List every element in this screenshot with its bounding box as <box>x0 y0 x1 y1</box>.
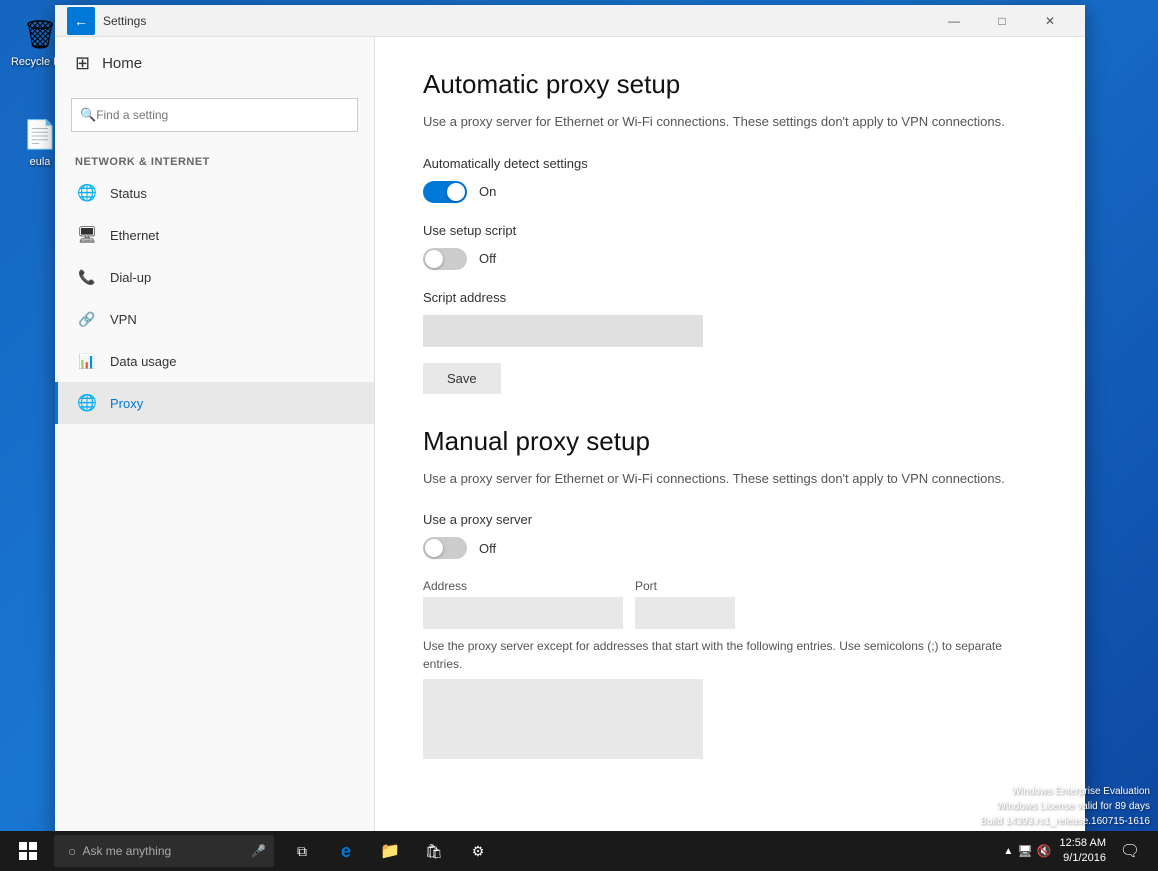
auto-detect-knob <box>447 183 465 201</box>
sidebar: ⊞ Home 🔍 Network & Internet 🌐 Status 🖥 <box>55 37 375 835</box>
sidebar-item-status[interactable]: 🌐 Status <box>55 172 374 214</box>
window-controls: — □ ✕ <box>931 5 1073 37</box>
explorer-icon: 📁 <box>380 841 400 861</box>
clock-time: 12:58 AM <box>1060 836 1106 851</box>
address-group: Address <box>423 579 623 629</box>
sidebar-category: Network & Internet <box>55 148 374 172</box>
volume-icon[interactable]: 🔇 <box>1037 844 1052 858</box>
sidebar-item-dialup-label: Dial-up <box>110 270 151 285</box>
explorer-button[interactable]: 📁 <box>370 831 410 871</box>
desktop: 🗑 Recycle Bin 📄 eula ← Settings — □ ✕ ⊞ … <box>0 0 1158 871</box>
setup-script-toggle-row: Off <box>423 248 1037 270</box>
main-content: Automatic proxy setup Use a proxy server… <box>375 37 1085 835</box>
notification-button[interactable]: 🗨 <box>1114 831 1146 871</box>
manual-proxy-desc: Use a proxy server for Ethernet or Wi-Fi… <box>423 469 1037 489</box>
taskbar: ○ Ask me anything 🎤 ⧉ e 📁 🛍 ⚙ ▲ <box>0 831 1158 871</box>
taskbar-search-box[interactable]: ○ Ask me anything 🎤 <box>54 835 274 867</box>
dialup-icon: 📞 <box>78 268 96 286</box>
setup-script-state: Off <box>479 251 496 266</box>
taskbar-right: ▲ 🖥 🔇 12:58 AM 9/1/2016 🗨 <box>1003 831 1154 871</box>
setup-script-label: Use setup script <box>423 223 1037 238</box>
task-view-icon: ⧉ <box>297 843 307 860</box>
save-button[interactable]: Save <box>423 363 501 394</box>
sidebar-home[interactable]: ⊞ Home <box>55 37 374 90</box>
auto-detect-label: Automatically detect settings <box>423 156 1037 171</box>
close-button[interactable]: ✕ <box>1027 5 1073 37</box>
sidebar-item-ethernet-label: Ethernet <box>110 228 159 243</box>
sidebar-item-proxy[interactable]: 🌐 Proxy <box>55 382 374 424</box>
eula-icon: 📄 <box>20 114 60 154</box>
back-button[interactable]: ← <box>67 7 95 35</box>
ethernet-icon: 🖥 <box>78 226 96 244</box>
search-input[interactable] <box>96 108 349 122</box>
microphone-icon: 🎤 <box>251 844 266 858</box>
use-proxy-toggle[interactable] <box>423 537 467 559</box>
notification-icon: 🗨 <box>1120 841 1140 861</box>
setup-script-toggle[interactable] <box>423 248 467 270</box>
auto-detect-toggle[interactable] <box>423 181 467 203</box>
recycle-bin-icon: 🗑 <box>20 14 60 54</box>
vpn-icon: 🔗 <box>78 310 96 328</box>
status-icon: 🌐 <box>78 184 96 202</box>
script-address-input[interactable] <box>423 315 703 347</box>
auto-detect-toggle-row: On <box>423 181 1037 203</box>
taskbar-search-label: Ask me anything <box>82 844 171 858</box>
minimize-button[interactable]: — <box>931 5 977 37</box>
home-icon: ⊞ <box>75 53 90 74</box>
settings-button[interactable]: ⚙ <box>458 831 498 871</box>
settings-gear-icon: ⚙ <box>472 843 485 860</box>
window-title: Settings <box>103 14 931 28</box>
port-group: Port <box>635 579 735 629</box>
task-view-button[interactable]: ⧉ <box>282 831 322 871</box>
settings-window: ← Settings — □ ✕ ⊞ Home 🔍 <box>55 5 1085 835</box>
address-input[interactable] <box>423 597 623 629</box>
use-proxy-knob <box>425 539 443 557</box>
use-proxy-label: Use a proxy server <box>423 512 1037 527</box>
manual-proxy-title: Manual proxy setup <box>423 426 1037 457</box>
maximize-button[interactable]: □ <box>979 5 1025 37</box>
store-button[interactable]: 🛍 <box>414 831 454 871</box>
home-label: Home <box>102 55 142 72</box>
sidebar-search-box[interactable]: 🔍 <box>71 98 358 132</box>
sidebar-item-proxy-label: Proxy <box>110 396 143 411</box>
sidebar-item-dialup[interactable]: 📞 Dial-up <box>55 256 374 298</box>
title-bar: ← Settings — □ ✕ <box>55 5 1085 37</box>
automatic-proxy-desc: Use a proxy server for Ethernet or Wi-Fi… <box>423 112 1037 132</box>
start-button[interactable] <box>4 831 52 871</box>
exceptions-textarea[interactable] <box>423 679 703 759</box>
edge-icon: e <box>341 841 351 862</box>
port-input[interactable] <box>635 597 735 629</box>
proxy-icon: 🌐 <box>78 394 96 412</box>
store-icon: 🛍 <box>425 843 443 860</box>
edge-button[interactable]: e <box>326 831 366 871</box>
auto-detect-state: On <box>479 184 496 199</box>
use-proxy-state: Off <box>479 541 496 556</box>
sidebar-item-vpn[interactable]: 🔗 VPN <box>55 298 374 340</box>
port-label: Port <box>635 579 735 593</box>
network-icon[interactable]: 🖥 <box>1017 844 1032 858</box>
taskbar-icons: ⧉ e 📁 🛍 ⚙ <box>282 831 498 871</box>
sidebar-item-data-usage-label: Data usage <box>110 354 177 369</box>
clock-date: 9/1/2016 <box>1060 851 1106 866</box>
address-label: Address <box>423 579 623 593</box>
setup-script-knob <box>425 250 443 268</box>
window-body: ⊞ Home 🔍 Network & Internet 🌐 Status 🖥 <box>55 37 1085 835</box>
address-port-row: Address Port <box>423 579 1037 629</box>
sidebar-item-ethernet[interactable]: 🖥 Ethernet <box>55 214 374 256</box>
eula-label: eula <box>30 156 51 168</box>
automatic-proxy-title: Automatic proxy setup <box>423 69 1037 100</box>
system-tray: ▲ 🖥 🔇 <box>1003 844 1051 858</box>
sidebar-item-status-label: Status <box>110 186 147 201</box>
exceptions-desc: Use the proxy server except for addresse… <box>423 637 1037 673</box>
sidebar-item-data-usage[interactable]: 📊 Data usage <box>55 340 374 382</box>
search-icon: 🔍 <box>80 107 96 123</box>
taskbar-search-icon: ○ <box>68 843 76 859</box>
chevron-up-icon[interactable]: ▲ <box>1003 846 1013 857</box>
windows-logo-icon <box>19 842 37 860</box>
sidebar-item-vpn-label: VPN <box>110 312 137 327</box>
data-usage-icon: 📊 <box>78 352 96 370</box>
script-address-label: Script address <box>423 290 1037 305</box>
use-proxy-toggle-row: Off <box>423 537 1037 559</box>
taskbar-clock[interactable]: 12:58 AM 9/1/2016 <box>1060 836 1106 867</box>
